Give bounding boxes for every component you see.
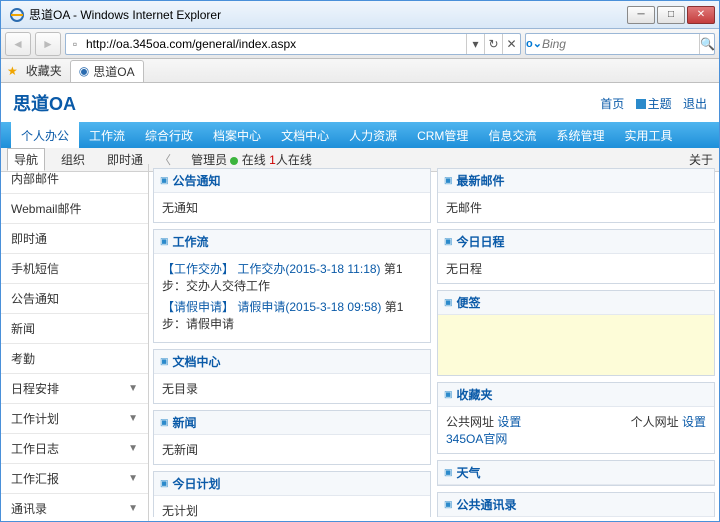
panel-notice: ▣公告通知无通知 [153,168,431,223]
panel-news: ▣新闻无新闻 [153,410,431,465]
page-icon: ▫ [66,37,84,51]
star-icon[interactable]: ★ [7,64,18,78]
address-bar[interactable]: ▫ ▾ ↻ ✕ [65,33,521,55]
panel-workflow: ▣工作流【工作交办】 工作交办(2015-3-18 11:18) 第1步：交办人… [153,229,431,343]
caret-down-icon: ▼ [128,383,138,394]
ie-icon [9,7,25,23]
menu-item[interactable]: 人力资源 [339,122,407,148]
back-button[interactable]: ◄ [5,32,31,56]
sidebar-item[interactable]: 工作计划▼ [1,404,148,434]
panel-favorites: ▣收藏夹 公共网址 设置个人网址 设置 345OA官网 [437,382,715,454]
search-input[interactable] [542,37,699,51]
menu-item[interactable]: 信息交流 [478,122,546,148]
menu-item[interactable]: 系统管理 [546,122,614,148]
sidebar-item[interactable]: 新闻 [1,314,148,344]
sidebar-item[interactable]: 工作汇报▼ [1,464,148,494]
search-icon[interactable]: 🔍 [699,34,715,54]
tab-label: 思道OA [93,63,134,80]
fav-pub-set[interactable]: 设置 [497,415,521,429]
sidebar-item[interactable]: Webmail邮件 [1,194,148,224]
url-input[interactable] [84,37,466,51]
tab-ie-icon: ◉ [79,64,89,78]
sidebar: 内部邮件Webmail邮件即时通手机短信公告通知新闻考勤日程安排▼工作计划▼工作… [1,164,149,521]
caret-down-icon: ▼ [128,473,138,484]
window-titlebar: 思道OA - Windows Internet Explorer ─ □ ✕ [1,1,719,29]
link-home[interactable]: 首页 [600,97,624,111]
app-logo: 思道OA [13,90,76,116]
minimize-button[interactable]: ─ [627,6,655,24]
theme-icon [636,99,646,109]
panel-plan: ▣今日计划无计划 [153,471,431,517]
sidebar-item[interactable]: 日程安排▼ [1,374,148,404]
menu-item[interactable]: 实用工具 [614,122,682,148]
caret-down-icon: ▼ [128,443,138,454]
close-button[interactable]: ✕ [687,6,715,24]
menu-item[interactable]: 档案中心 [203,122,271,148]
menu-item[interactable]: 个人办公 [11,122,79,148]
favorites-bar: ★ 收藏夹 ◉ 思道OA [1,59,719,83]
sidebar-item[interactable]: 公告通知 [1,284,148,314]
panel-sticky: ▣便签 [437,290,715,376]
window-title: 思道OA - Windows Internet Explorer [29,6,627,23]
panel-weather: ▣天气 [437,460,715,486]
forward-button[interactable]: ► [35,32,61,56]
panel-contacts: ▣公共通讯录 分组:所有 姓名: [437,492,715,517]
fav-pri-set[interactable]: 设置 [682,415,706,429]
outlook-icon: o⌄ [526,37,542,50]
sidebar-item[interactable]: 即时通 [1,224,148,254]
column-left: ▣公告通知无通知 ▣工作流【工作交办】 工作交办(2015-3-18 11:18… [153,168,431,517]
stop-icon[interactable]: ✕ [502,34,520,54]
wf-tag[interactable]: 【工作交办】 [162,262,234,276]
link-logout[interactable]: 退出 [683,97,707,111]
link-theme[interactable]: 主题 [636,97,672,111]
menu-item[interactable]: 综合行政 [135,122,203,148]
sidebar-item[interactable]: 通讯录▼ [1,494,148,521]
panel-schedule: ▣今日日程无日程 [437,229,715,284]
wf-link[interactable]: 工作交办(2015-3-18 11:18) [237,262,380,276]
browser-tab[interactable]: ◉ 思道OA [70,60,144,82]
menu-item[interactable]: 工作流 [79,122,135,148]
favorites-label[interactable]: 收藏夹 [26,62,62,79]
search-bar[interactable]: o⌄ 🔍 [525,33,715,55]
dropdown-icon[interactable]: ▾ [466,34,484,54]
panel-mail: ▣最新邮件无邮件 [437,168,715,223]
sidebar-item[interactable]: 考勤 [1,344,148,374]
panel-docs: ▣文档中心无目录 [153,349,431,404]
page-header: 思道OA 首页 主题 退出 [1,84,719,122]
sidebar-item[interactable]: 手机短信 [1,254,148,284]
wf-tag[interactable]: 【请假申请】 [162,300,234,314]
sidebar-item[interactable]: 工作日志▼ [1,434,148,464]
maximize-button[interactable]: □ [657,6,685,24]
sticky-area[interactable] [438,315,714,375]
wf-link[interactable]: 请假申请(2015-3-18 09:58) [237,300,381,314]
main-menu: 个人办公工作流综合行政档案中心文档中心人力资源CRM管理信息交流系统管理实用工具 [1,122,719,148]
caret-down-icon: ▼ [128,413,138,424]
sidebar-item[interactable]: 内部邮件 [1,164,148,194]
menu-item[interactable]: CRM管理 [407,122,478,148]
refresh-icon[interactable]: ↻ [484,34,502,54]
browser-navbar: ◄ ► ▫ ▾ ↻ ✕ o⌄ 🔍 [1,29,719,59]
column-right: ▣最新邮件无邮件 ▣今日日程无日程 ▣便签 ▣收藏夹 公共网址 设置个人网址 设… [437,168,715,517]
fav-link[interactable]: 345OA官网 [446,432,507,446]
caret-down-icon: ▼ [128,503,138,514]
menu-item[interactable]: 文档中心 [271,122,339,148]
